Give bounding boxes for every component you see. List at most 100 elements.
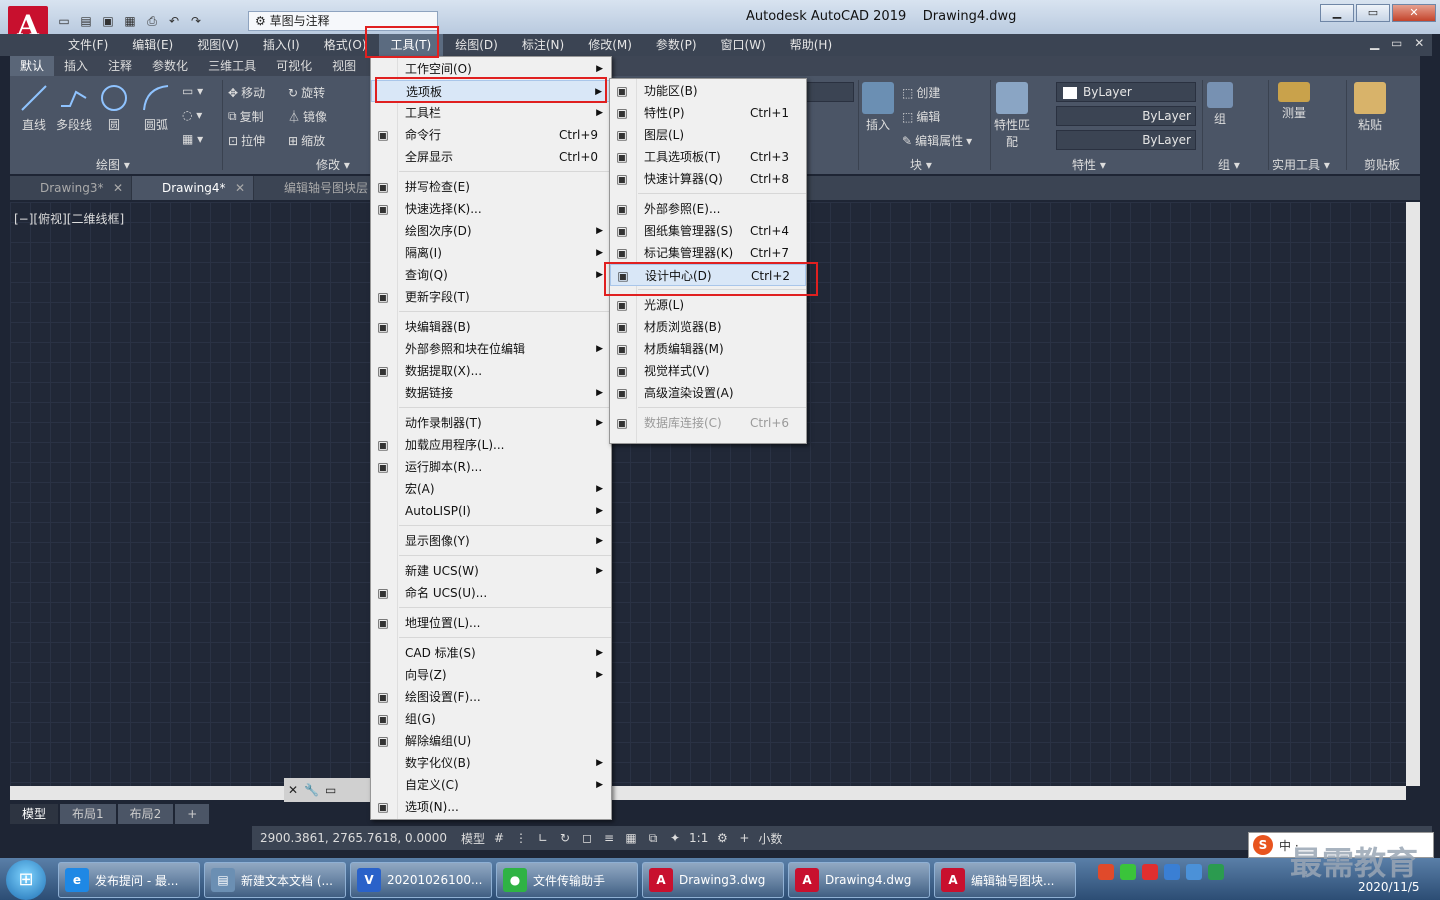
- taskbar-item-4[interactable]: A Drawing3.dwg: [642, 862, 784, 898]
- draw-panel-label[interactable]: 绘图 ▾: [96, 156, 130, 173]
- menu-1[interactable]: 编辑(E): [120, 34, 185, 56]
- ribbon-tab-2[interactable]: 注释: [98, 56, 142, 76]
- units-display[interactable]: 小数: [758, 830, 782, 847]
- minimize-button[interactable]: ▁: [1320, 4, 1354, 22]
- tools-menu-item-31[interactable]: CAD 标准(S) ▶: [371, 642, 611, 664]
- edit-attributes-button[interactable]: ✎ 编辑属性 ▾: [902, 132, 972, 149]
- palettes-menu-item-11[interactable]: ▣ 光源(L): [610, 294, 806, 316]
- grid-icon[interactable]: #: [491, 830, 507, 846]
- linetype-combo[interactable]: ByLayer: [1056, 106, 1196, 126]
- palettes-menu-item-17[interactable]: ▣ 数据库连接(C) Ctrl+6: [610, 412, 806, 434]
- palettes-menu-item-2[interactable]: ▣ 图层(L): [610, 124, 806, 146]
- snap-icon[interactable]: ⋮: [513, 830, 529, 846]
- block-panel-label[interactable]: 块 ▾: [910, 156, 932, 173]
- tools-menu-item-38[interactable]: ▣ 选项(N)...: [371, 796, 611, 818]
- lineweight-icon[interactable]: ≡: [601, 830, 617, 846]
- palettes-menu-item-4[interactable]: ▣ 快速计算器(Q) Ctrl+8: [610, 168, 806, 190]
- close-tab-icon[interactable]: ✕: [113, 176, 123, 200]
- taskbar-item-6[interactable]: A 编辑轴号图块...: [934, 862, 1076, 898]
- copy-tool[interactable]: ⧉ 复制: [228, 108, 264, 125]
- taskbar-item-1[interactable]: ▤ 新建文本文档 (...: [204, 862, 346, 898]
- model-space-button[interactable]: 模型: [461, 830, 485, 847]
- osnap-icon[interactable]: ◻: [579, 830, 595, 846]
- tools-menu-item-7[interactable]: ▣ 快速选择(K)...: [371, 198, 611, 220]
- taskbar-item-3[interactable]: ● 文件传输助手: [496, 862, 638, 898]
- tools-menu-item-14[interactable]: 外部参照和块在位编辑 ▶: [371, 338, 611, 360]
- tools-menu-item-13[interactable]: ▣ 块编辑器(B): [371, 316, 611, 338]
- taskbar-item-5[interactable]: A Drawing4.dwg: [788, 862, 930, 898]
- doc-tab-0[interactable]: Drawing3* ✕: [10, 176, 132, 200]
- palettes-menu-item-12[interactable]: ▣ 材质浏览器(B): [610, 316, 806, 338]
- restore-button[interactable]: ▭: [1356, 4, 1390, 22]
- rotate-tool[interactable]: ↻ 旋转: [288, 84, 325, 101]
- palettes-menu-item-3[interactable]: ▣ 工具选项板(T) Ctrl+3: [610, 146, 806, 168]
- close-icon[interactable]: ✕: [288, 783, 298, 797]
- polar-icon[interactable]: ↻: [557, 830, 573, 846]
- transparency-icon[interactable]: ▦: [623, 830, 639, 846]
- group-panel-label[interactable]: 组 ▾: [1218, 156, 1240, 173]
- taskbar-item-0[interactable]: e 发布提问 - 最...: [58, 862, 200, 898]
- doc-tab-1[interactable]: Drawing4* ✕: [132, 176, 254, 200]
- tools-menu-item-15[interactable]: ▣ 数据提取(X)...: [371, 360, 611, 382]
- tools-menu-item-3[interactable]: ▣ 命令行 Ctrl+9: [371, 124, 611, 146]
- circle-tool[interactable]: 圆: [92, 82, 136, 133]
- group-button[interactable]: 组: [1202, 82, 1238, 127]
- tools-menu-item-19[interactable]: ▣ 加载应用程序(L)...: [371, 434, 611, 456]
- ortho-icon[interactable]: ∟: [535, 830, 551, 846]
- close-button[interactable]: ✕: [1392, 4, 1436, 22]
- annotation-scale[interactable]: 1:1: [689, 831, 708, 845]
- menu-11[interactable]: 帮助(H): [778, 34, 844, 56]
- line-tool[interactable]: 直线: [12, 82, 56, 133]
- print-icon[interactable]: ⎙: [144, 13, 160, 29]
- save-as-icon[interactable]: ▦: [122, 13, 138, 29]
- tools-menu-item-20[interactable]: ▣ 运行脚本(R)...: [371, 456, 611, 478]
- tools-menu-item-32[interactable]: 向导(Z) ▶: [371, 664, 611, 686]
- add-layout-button[interactable]: +: [175, 804, 210, 824]
- hatch-tool[interactable]: ◌ ▾: [182, 108, 202, 122]
- menu-9[interactable]: 参数(P): [644, 34, 709, 56]
- save-icon[interactable]: ▣: [100, 13, 116, 29]
- tools-menu-item-11[interactable]: ▣ 更新字段(T): [371, 286, 611, 308]
- ribbon-tab-6[interactable]: 视图: [322, 56, 366, 76]
- sogou-tray-icon[interactable]: [1098, 864, 1114, 880]
- insert-block-button[interactable]: 插入: [856, 82, 900, 133]
- palettes-menu-item-6[interactable]: ▣ 外部参照(E)...: [610, 198, 806, 220]
- palettes-menu-item-13[interactable]: ▣ 材质编辑器(M): [610, 338, 806, 360]
- modify-panel-label[interactable]: 修改 ▾: [316, 156, 350, 173]
- create-block-button[interactable]: ⬚ 创建: [902, 84, 940, 101]
- edit-block-button[interactable]: ⬚ 编辑: [902, 108, 940, 125]
- vertical-scrollbar[interactable]: [1406, 202, 1420, 786]
- tools-menu-item-6[interactable]: ▣ 拼写检查(E): [371, 176, 611, 198]
- ribbon-tab-1[interactable]: 插入: [54, 56, 98, 76]
- palettes-menu-item-7[interactable]: ▣ 图纸集管理器(S) Ctrl+4: [610, 220, 806, 242]
- utilities-panel-label[interactable]: 实用工具 ▾: [1272, 156, 1330, 173]
- ribbon-tab-4[interactable]: 三维工具: [198, 56, 266, 76]
- horizontal-scrollbar[interactable]: [10, 786, 1406, 800]
- color-combo[interactable]: ByLayer: [1056, 82, 1196, 102]
- undo-icon[interactable]: ↶: [166, 13, 182, 29]
- menu-2[interactable]: 视图(V): [185, 34, 251, 56]
- plus-icon[interactable]: +: [736, 830, 752, 846]
- ribbon-tab-3[interactable]: 参数化: [142, 56, 198, 76]
- tools-menu-item-33[interactable]: ▣ 绘图设置(F)...: [371, 686, 611, 708]
- palettes-menu-item-15[interactable]: ▣ 高级渲染设置(A): [610, 382, 806, 404]
- table-tool[interactable]: ▦ ▾: [182, 132, 203, 146]
- clipboard-panel-label[interactable]: 剪贴板: [1364, 156, 1400, 173]
- redo-icon[interactable]: ↷: [188, 13, 204, 29]
- network-tray-icon[interactable]: [1186, 864, 1202, 880]
- doc-tab-2[interactable]: 编辑轴号图块层: [254, 176, 376, 200]
- tools-menu-item-9[interactable]: 隔离(I) ▶: [371, 242, 611, 264]
- taskbar-item-2[interactable]: V 20201026100...: [350, 862, 492, 898]
- selection-cycling-icon[interactable]: ⧉: [645, 830, 661, 846]
- menu-3[interactable]: 插入(I): [251, 34, 312, 56]
- tools-menu-item-4[interactable]: 全屏显示 Ctrl+0: [371, 146, 611, 168]
- document-window-controls[interactable]: ▁ ▭ ✕: [1370, 36, 1428, 50]
- close-tab-icon[interactable]: ✕: [235, 176, 245, 200]
- tools-menu-item-24[interactable]: 显示图像(Y) ▶: [371, 530, 611, 552]
- start-button[interactable]: ⊞: [6, 860, 46, 900]
- paste-button[interactable]: 粘贴: [1348, 82, 1392, 133]
- annotation-icon[interactable]: ✦: [667, 830, 683, 846]
- command-line-bar[interactable]: ✕ 🔧 ▭: [284, 778, 374, 802]
- command-prompt-icon[interactable]: ▭: [325, 783, 336, 797]
- ribbon-tab-0[interactable]: 默认: [10, 56, 55, 76]
